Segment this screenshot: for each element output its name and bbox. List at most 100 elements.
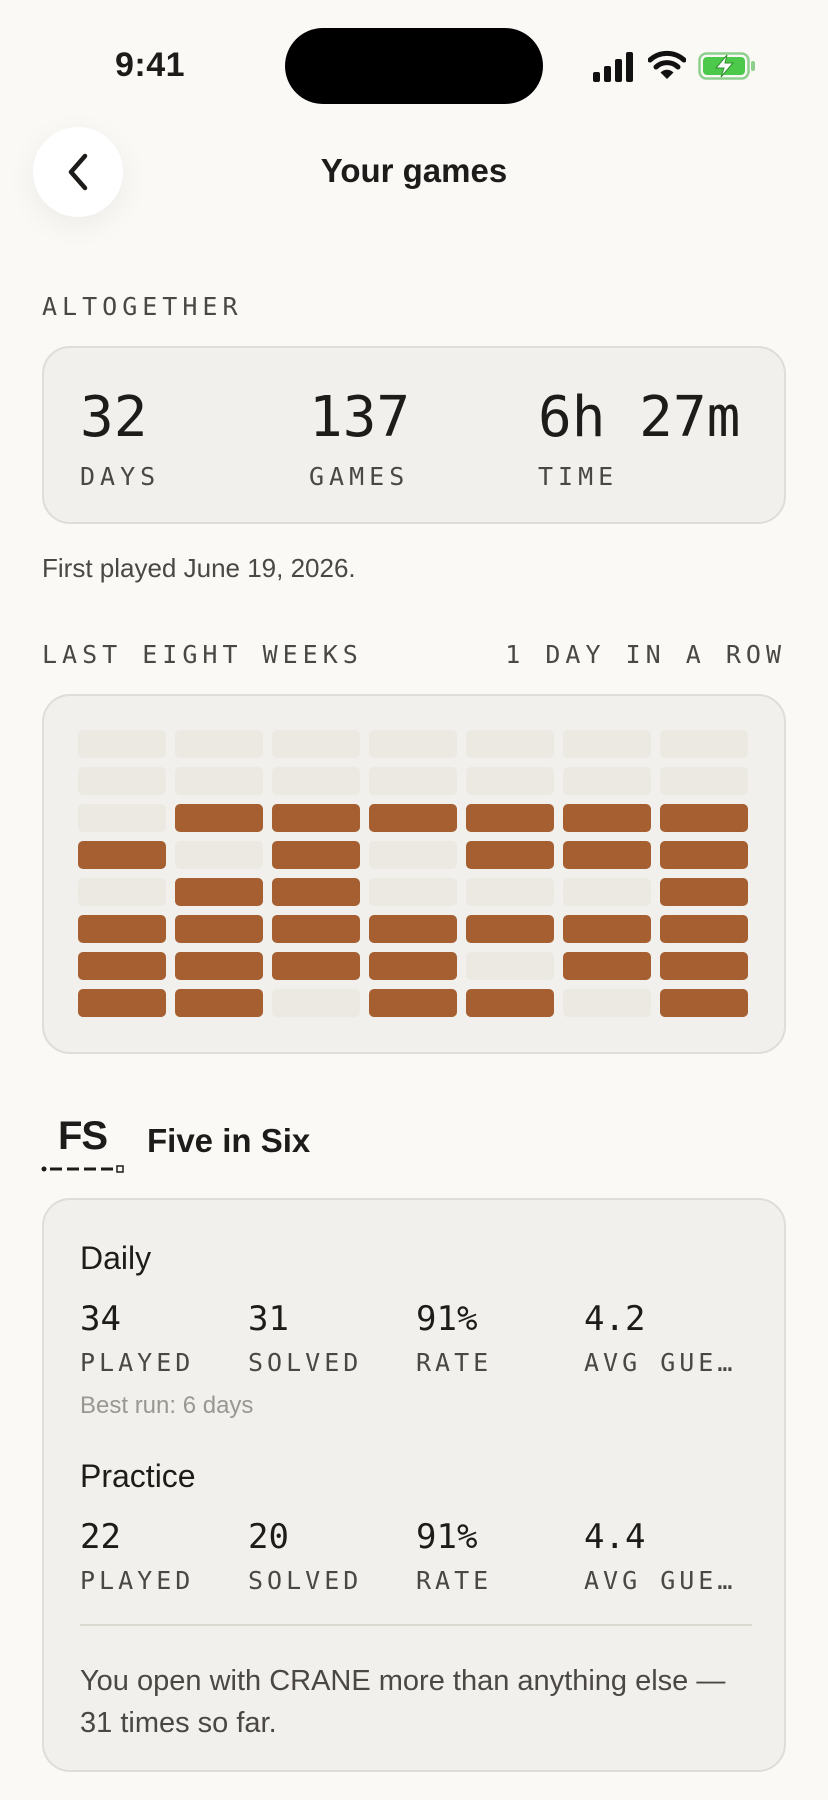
stat-games: 137 GAMES (309, 385, 411, 492)
activity-cell (369, 804, 457, 832)
activity-cell (272, 878, 360, 906)
activity-cell (175, 989, 263, 1017)
daily-solved: 31 SOLVED (248, 1302, 408, 1377)
daily-solved-value: 31 (248, 1299, 289, 1339)
activity-cell (660, 915, 748, 943)
page-title: Your games (320, 152, 508, 189)
practice-solved-label: SOLVED (248, 1566, 363, 1595)
activity-grid (78, 730, 748, 1017)
activity-cell (563, 952, 651, 980)
activity-cell (466, 767, 554, 795)
activity-cell (660, 952, 748, 980)
practice-avg-guesses: 4.4 AVG GUESSES (584, 1520, 744, 1595)
daily-avg-guesses: 4.2 AVG GUESSES (584, 1302, 744, 1377)
activity-card (42, 694, 786, 1054)
activity-cell (369, 841, 457, 869)
activity-cell (175, 915, 263, 943)
activity-cell (78, 730, 166, 758)
altogether-card: 32 DAYS 137 GAMES 6h 27m TIME (42, 346, 786, 524)
daily-played-label: PLAYED (80, 1348, 195, 1377)
activity-cell (272, 804, 360, 832)
activity-cell (466, 878, 554, 906)
daily-rate: 91% RATE (416, 1302, 576, 1377)
game-logo: FS (40, 1110, 130, 1174)
battery-charging-icon (698, 52, 755, 80)
practice-solved: 20 SOLVED (248, 1520, 408, 1595)
activity-cell (272, 767, 360, 795)
logo-underline-icon (41, 1165, 124, 1173)
activity-cell (660, 767, 748, 795)
activity-cell (369, 878, 457, 906)
divider (80, 1624, 752, 1626)
activity-cell (272, 989, 360, 1017)
practice-rate-label: RATE (416, 1566, 493, 1595)
weeks-label: LAST EIGHT WEEKS (42, 640, 363, 669)
status-time: 9:41 (115, 46, 186, 84)
activity-cell (660, 878, 748, 906)
activity-cell (78, 952, 166, 980)
activity-cell (563, 915, 651, 943)
activity-cell (563, 730, 651, 758)
activity-cell (78, 804, 166, 832)
activity-cell (272, 915, 360, 943)
daily-avg-label: AVG GUESSES (584, 1348, 744, 1377)
activity-cell (563, 804, 651, 832)
activity-cell (272, 841, 360, 869)
activity-cell (369, 730, 457, 758)
daily-played: 34 PLAYED (80, 1302, 240, 1377)
activity-cell (660, 730, 748, 758)
daily-avg-value: 4.2 (584, 1299, 646, 1339)
activity-cell (466, 989, 554, 1017)
practice-avg-value: 4.4 (584, 1517, 646, 1557)
activity-cell (272, 730, 360, 758)
activity-cell (175, 878, 263, 906)
practice-played-value: 22 (80, 1517, 121, 1557)
activity-cell (369, 952, 457, 980)
activity-cell (466, 841, 554, 869)
practice-avg-label: AVG GUESSES (584, 1566, 744, 1595)
activity-cell (660, 804, 748, 832)
activity-cell (78, 989, 166, 1017)
activity-cell (563, 841, 651, 869)
activity-cell (660, 841, 748, 869)
activity-cell (369, 989, 457, 1017)
activity-cell (175, 841, 263, 869)
stat-games-value: 137 (309, 385, 411, 450)
stat-time-value: 6h 27m (538, 385, 741, 450)
dynamic-island (285, 28, 543, 104)
daily-rate-value: 91% (416, 1299, 478, 1339)
cellular-signal-icon (593, 52, 633, 82)
activity-cell (466, 730, 554, 758)
activity-cell (175, 767, 263, 795)
activity-cell (466, 804, 554, 832)
activity-cell (78, 841, 166, 869)
activity-cell (175, 804, 263, 832)
stat-games-label: GAMES (309, 462, 410, 491)
activity-cell (78, 878, 166, 906)
game-stats-card: Daily 34 PLAYED 31 SOLVED 91% RATE 4.2 A… (42, 1198, 786, 1772)
best-run-text: Best run: 6 days (80, 1392, 254, 1419)
activity-cell (78, 915, 166, 943)
opening-word-insight: You open with CRANE more than anything e… (80, 1665, 726, 1739)
status-bar: 9:41 (0, 0, 828, 120)
activity-cell (563, 878, 651, 906)
first-played-text: First played June 19, 2026. (42, 553, 356, 583)
stat-time-label: TIME (538, 462, 619, 491)
activity-cell (78, 767, 166, 795)
activity-cell (563, 767, 651, 795)
stat-days: 32 DAYS (80, 385, 160, 492)
practice-rate: 91% RATE (416, 1520, 576, 1595)
practice-solved-value: 20 (248, 1517, 289, 1557)
activity-cell (466, 952, 554, 980)
daily-played-value: 34 (80, 1299, 121, 1339)
game-name: Five in Six (147, 1122, 311, 1159)
stat-days-value: 32 (80, 385, 148, 450)
practice-played-label: PLAYED (80, 1566, 195, 1595)
streak-label: 1 DAY IN A ROW (505, 640, 786, 669)
activity-cell (660, 989, 748, 1017)
daily-rate-label: RATE (416, 1348, 493, 1377)
practice-played: 22 PLAYED (80, 1520, 240, 1595)
activity-cell (369, 767, 457, 795)
activity-cell (369, 915, 457, 943)
wifi-icon (648, 50, 686, 79)
